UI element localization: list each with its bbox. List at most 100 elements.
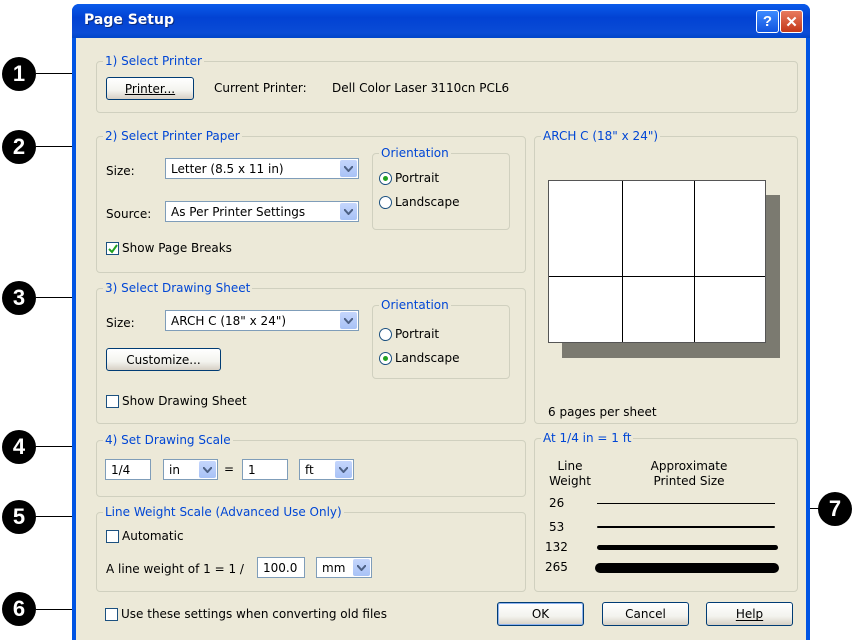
paper-orientation-group: Orientation Portrait Landscape [372,146,510,230]
paper-size-select[interactable]: Letter (8.5 x 11 in) [165,158,359,179]
scale-equals: = [224,462,235,476]
help-button-label: Help [735,607,764,621]
line-weight-value-input[interactable]: 100.0 [257,557,305,578]
ok-button-label: OK [531,607,550,621]
line-weights-group: At 1/4 in = 1 ft Line Weight Approximate… [534,431,798,592]
customize-button[interactable]: Customize... [106,348,221,371]
paper-source-label: Source: [106,207,152,221]
line-weight-group: Line Weight Scale (Advanced Use Only) Au… [96,505,526,592]
callout-1: 1 [2,57,36,91]
checkmark-icon [108,244,118,254]
scale-unit-2: ft [305,463,314,477]
convert-old-files-label: Use these settings when converting old f… [121,607,387,621]
show-drawing-sheet-label: Show Drawing Sheet [122,394,247,408]
printer-button-label: Printer... [124,81,176,96]
scale-value-1: 1/4 [111,463,131,477]
callout-6: 6 [2,592,36,626]
paper-landscape-radio[interactable] [379,196,392,209]
scale-unit-1-select[interactable]: in [163,459,218,480]
help-title-button[interactable]: ? [756,10,779,33]
printer-button[interactable]: Printer... [106,77,194,100]
printed-size-header: Approximate Printed Size [650,459,728,488]
scale-value-2-input[interactable]: 1 [242,459,288,480]
sheet-orientation-group: Orientation Portrait Landscape [372,298,510,379]
weight-value: 26 [549,496,565,510]
dialog-title: Page Setup [84,12,174,28]
weight-sample-line [597,526,775,528]
sheet-preview-page [548,180,766,343]
chevron-down-icon[interactable] [340,203,357,220]
question-icon: ? [762,13,773,30]
close-button[interactable]: ✕ [780,10,803,33]
dialog-client-area: 1) Select Printer Printer... Current Pri… [76,38,806,640]
show-page-breaks-label: Show Page Breaks [122,241,232,255]
select-printer-title: 1) Select Printer [103,54,204,68]
callout-2: 2 [2,130,36,164]
paper-source-select[interactable]: As Per Printer Settings [165,201,359,222]
ok-button[interactable]: OK [497,602,584,626]
line-weight-unit: mm [322,561,346,575]
title-bar[interactable]: Page Setup ? ✕ [72,4,810,38]
cancel-button[interactable]: Cancel [602,602,689,626]
weight-value: 132 [545,540,568,554]
current-printer-label: Current Printer: [214,81,307,95]
sheet-size-value: ARCH C (18" x 24") [171,314,287,328]
customize-button-label: Customize... [126,352,201,367]
automatic-label: Automatic [122,529,184,543]
page-setup-dialog: Page Setup ? ✕ 1) Select Printer Printer… [72,4,810,640]
automatic-checkbox[interactable] [106,530,119,543]
chevron-down-icon[interactable] [340,312,357,329]
paper-portrait-radio[interactable] [379,172,392,185]
show-drawing-sheet-checkbox[interactable] [106,395,119,408]
line-weight-header: Line Weight [549,459,591,488]
printer-paper-group: 2) Select Printer Paper Size: Letter (8.… [96,129,526,273]
paper-orientation-title: Orientation [379,146,451,160]
chevron-down-icon[interactable] [340,160,357,177]
sheet-landscape-label: Landscape [395,351,460,365]
paper-landscape-label: Landscape [395,195,460,209]
line-weight-prefix: A line weight of 1 = 1 / [106,562,244,576]
paper-portrait-label: Portrait [395,171,440,185]
sheet-portrait-label: Portrait [395,327,440,341]
help-button[interactable]: Help [706,602,793,626]
sheet-portrait-radio[interactable] [379,328,392,341]
sheet-size-select[interactable]: ARCH C (18" x 24") [165,310,359,331]
paper-size-label: Size: [106,164,135,178]
pages-per-sheet: 6 pages per sheet [548,405,657,419]
scale-unit-2-select[interactable]: ft [299,459,354,480]
weight-value: 53 [549,520,565,534]
line-weights-title: At 1/4 in = 1 ft [541,431,634,445]
chevron-down-icon[interactable] [335,461,352,478]
line-weight-unit-select[interactable]: mm [316,557,372,578]
drawing-sheet-group: 3) Select Drawing Sheet Size: ARCH C (18… [96,281,526,424]
drawing-scale-group: 4) Set Drawing Scale 1/4 in = 1 ft [96,433,526,497]
callout-4: 4 [2,430,36,464]
drawing-scale-title: 4) Set Drawing Scale [103,433,233,447]
line-weight-value: 100.0 [263,561,298,575]
printer-paper-title: 2) Select Printer Paper [103,129,242,143]
show-page-breaks-checkbox[interactable] [106,242,119,255]
paper-size-value: Letter (8.5 x 11 in) [171,162,284,176]
callout-7: 7 [818,492,852,526]
convert-old-files-checkbox[interactable] [105,608,118,621]
chevron-down-icon[interactable] [199,461,216,478]
scale-value-1-input[interactable]: 1/4 [105,459,151,480]
drawing-sheet-title: 3) Select Drawing Sheet [103,281,253,295]
line-weight-title: Line Weight Scale (Advanced Use Only) [103,505,344,519]
current-printer-value: Dell Color Laser 3110cn PCL6 [332,81,510,95]
chevron-down-icon[interactable] [353,559,370,576]
sheet-landscape-radio[interactable] [379,352,392,365]
close-icon: ✕ [785,13,798,31]
cancel-button-label: Cancel [625,607,666,621]
sheet-preview-title: ARCH C (18" x 24") [541,129,661,143]
weight-sample-line [597,503,775,504]
sheet-size-label: Size: [106,316,135,330]
callout-5: 5 [2,500,36,534]
select-printer-group: 1) Select Printer Printer... Current Pri… [96,54,798,113]
sheet-preview-group: ARCH C (18" x 24") 6 pages per sheet [534,129,798,424]
paper-source-value: As Per Printer Settings [171,205,306,219]
weight-sample-line [595,563,779,573]
scale-value-2: 1 [248,463,256,477]
scale-unit-1: in [169,463,180,477]
weight-value: 265 [545,560,568,574]
